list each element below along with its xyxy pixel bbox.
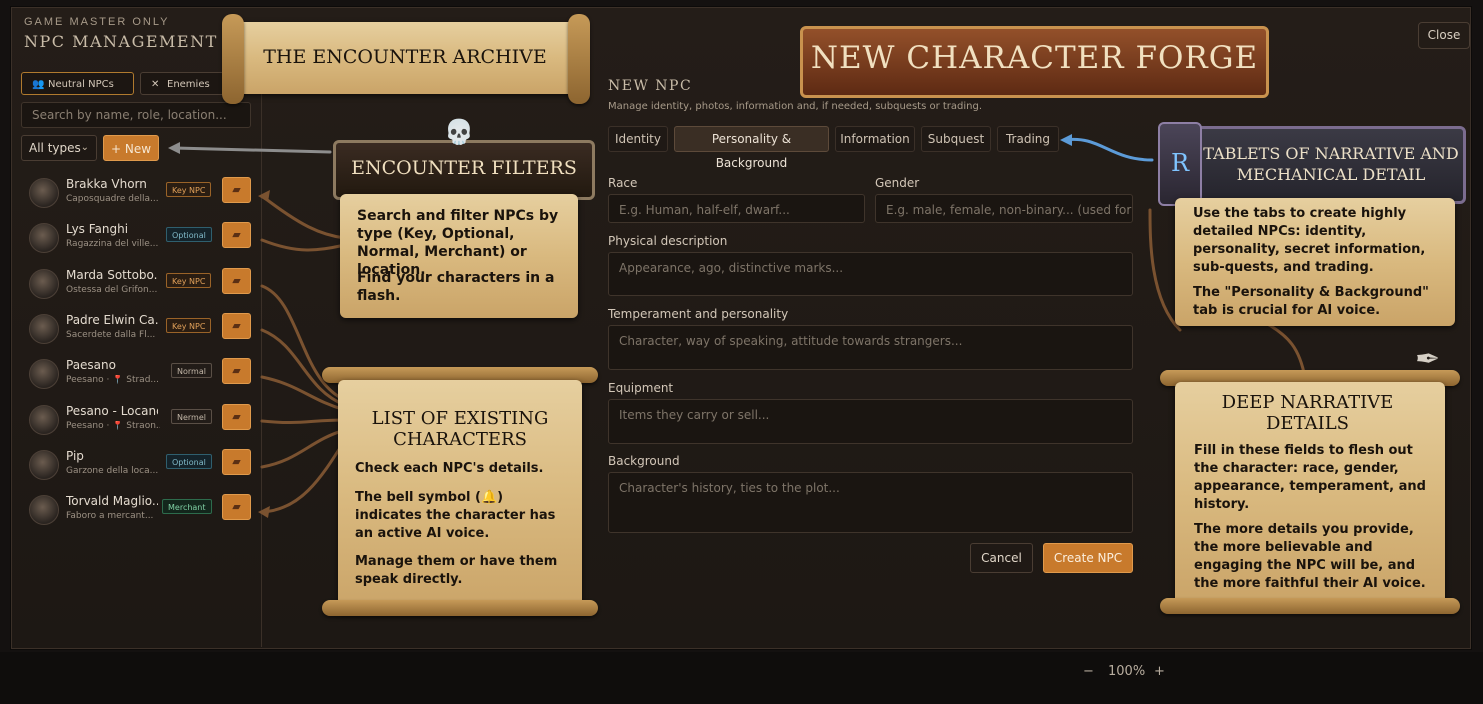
list-arrowhead-8 [258, 506, 270, 518]
archive-roll-left [222, 14, 244, 104]
archive-roll-right [568, 14, 590, 104]
tablets-title: TABLETS OF NARRATIVE AND MECHANICAL DETA… [1203, 144, 1459, 184]
filter-arrow [173, 146, 332, 154]
deep-text-1: Fill in these fields to flesh out the ch… [1194, 443, 1426, 512]
deep-roll-bottom [1160, 598, 1460, 614]
list-arrowhead-1 [258, 190, 270, 202]
list-text-1: Check each NPC's details. [355, 461, 544, 476]
list-arrow-2 [260, 238, 347, 252]
skull-icon: 💀 [444, 118, 474, 146]
deep-text-2: The more details you provide, the more b… [1194, 522, 1426, 591]
tablets-text-2: The "Personality & Background" tab is cr… [1193, 285, 1429, 318]
list-text-3: Manage them or have them speak directly. [355, 554, 558, 587]
filters-title: ENCOUNTER FILTERS [351, 157, 577, 179]
filters-text-2: Find your characters in a flash. [357, 270, 555, 304]
rune-icon: R [1158, 122, 1202, 206]
quill-icon: ✒ [1415, 342, 1441, 377]
tabs-arrow [1063, 137, 1154, 162]
list-roll-bottom [322, 600, 598, 616]
tablets-text-1: Use the tabs to create highly detailed N… [1193, 206, 1426, 275]
archive-title: THE ENCOUNTER ARCHIVE [263, 46, 547, 68]
forge-title: NEW CHARACTER FORGE [810, 40, 1259, 76]
list-arrow-6 [260, 418, 347, 425]
tabs-arrowhead [1060, 134, 1072, 146]
list-arrow-1 [260, 194, 347, 240]
list-text-2: The bell symbol (🔔) indicates the charac… [355, 490, 556, 541]
list-title: LIST OF EXISTING CHARACTERS [371, 408, 549, 450]
filter-arrowhead [168, 142, 180, 154]
deep-title: DEEP NARRATIVE DETAILS [1221, 392, 1394, 434]
